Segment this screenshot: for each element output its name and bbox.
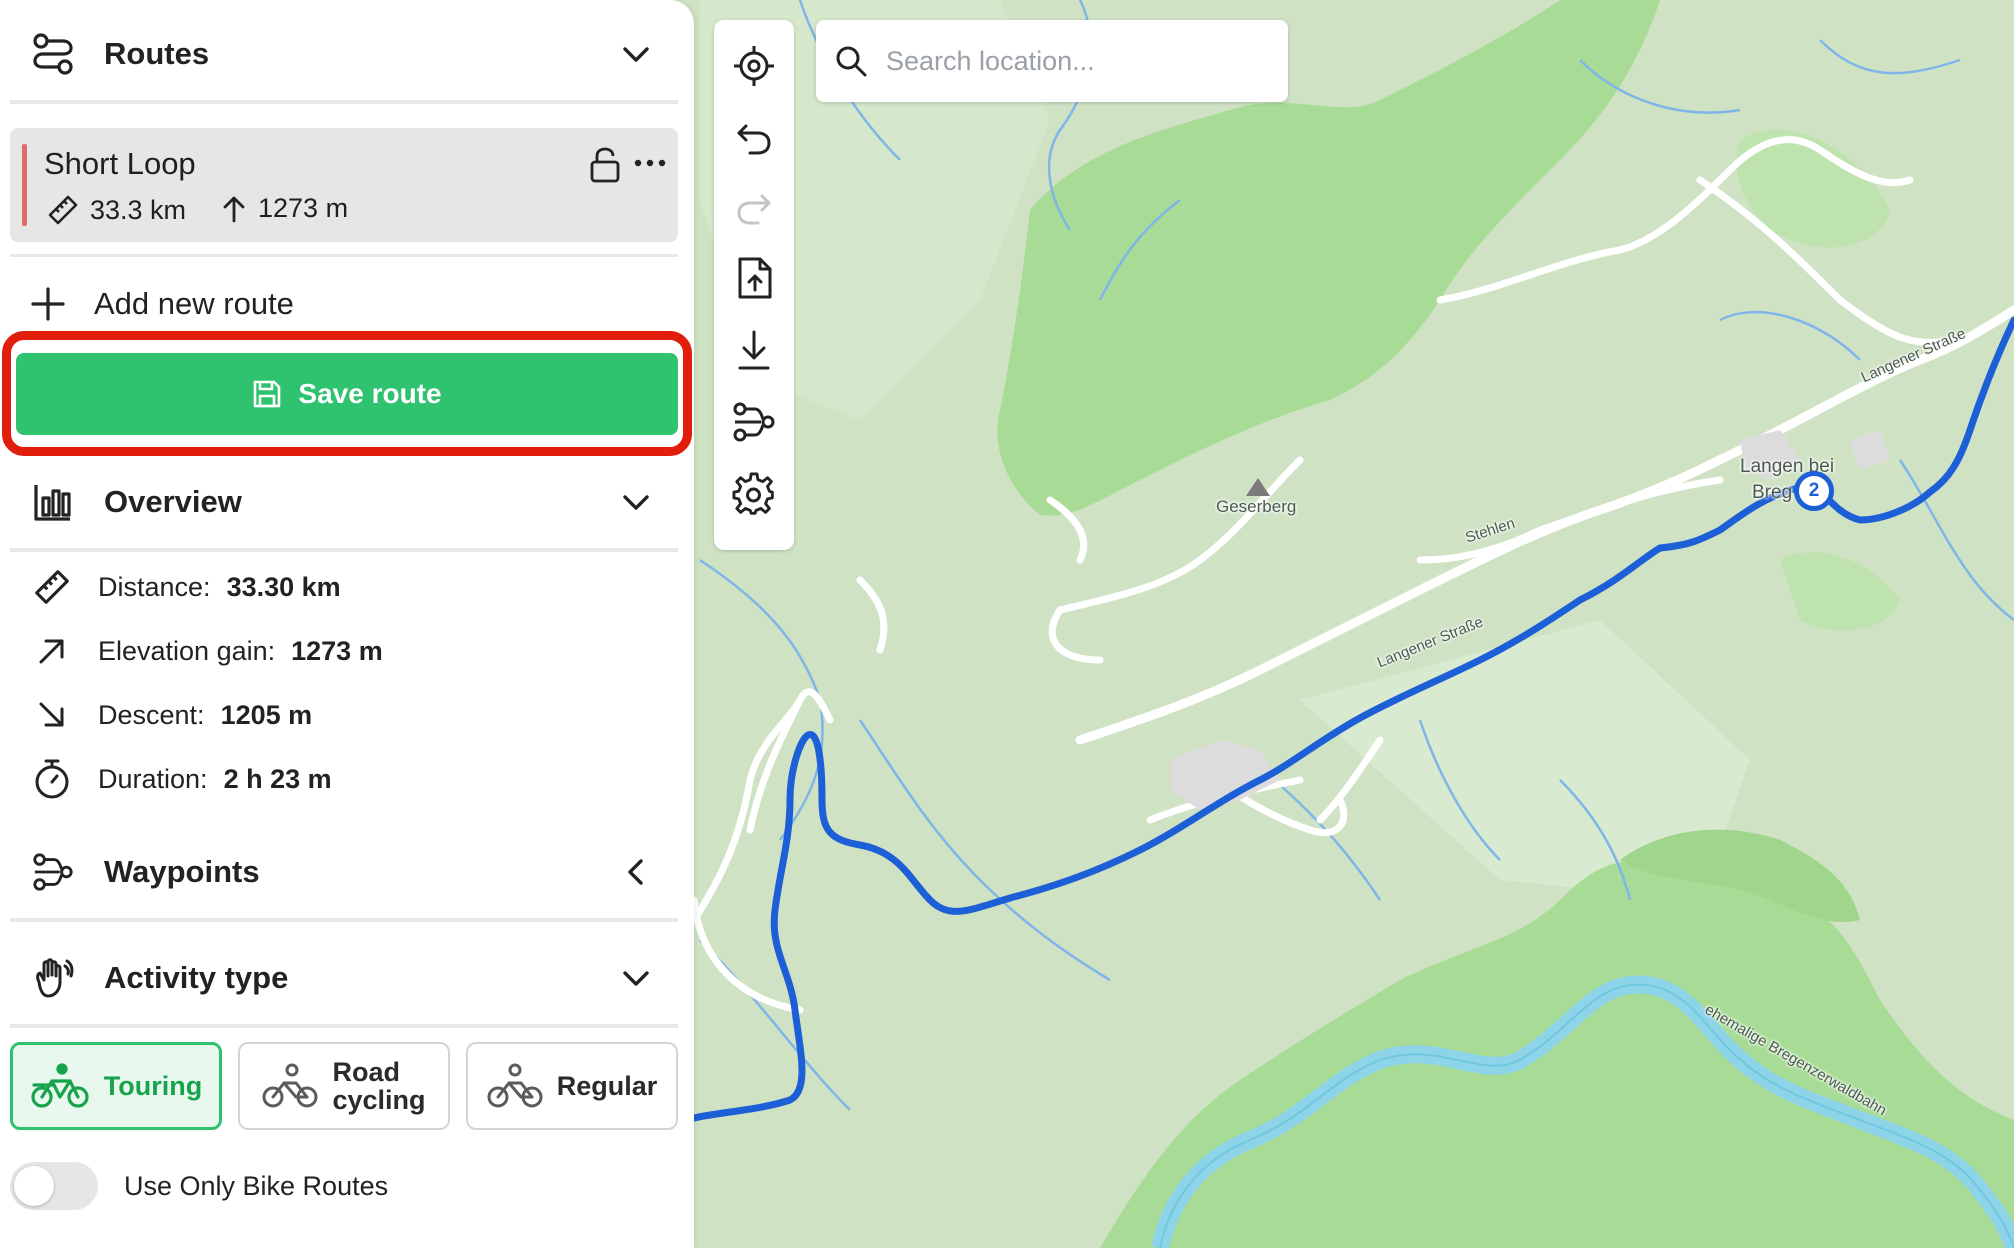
overview-elevation-row: Elevation gain: 1273 m <box>32 631 383 671</box>
bar-chart-icon <box>30 479 76 525</box>
overview-descent-label: Descent: <box>98 699 205 730</box>
touring-bike-icon <box>30 1063 90 1109</box>
waypoints-section-title: Waypoints <box>104 854 260 889</box>
peak-label: Geserberg <box>1216 497 1297 516</box>
stopwatch-icon <box>32 759 72 799</box>
undo-icon[interactable] <box>730 114 778 162</box>
overview-elevation-value: 1273 m <box>291 635 383 666</box>
side-panel: Routes Short Loop 33.3 km 1273 m Add new… <box>0 0 694 1248</box>
toggle-knob <box>14 1166 54 1206</box>
redo-icon[interactable] <box>730 184 778 232</box>
save-route-label: Save route <box>298 378 442 409</box>
peak-marker <box>1246 478 1270 496</box>
ruler-icon <box>32 567 72 607</box>
overview-section-header[interactable]: Overview <box>10 456 678 552</box>
waypoint-marker-2[interactable]: 2 <box>1794 471 1834 511</box>
add-new-route-label: Add new route <box>94 286 294 321</box>
activity-road-cycling-label: Road cycling <box>332 1058 425 1114</box>
bike-routes-toggle[interactable] <box>10 1162 98 1210</box>
chevron-left-icon[interactable] <box>616 852 656 892</box>
locate-icon[interactable] <box>730 42 778 90</box>
route-color-indicator <box>22 144 27 226</box>
activity-road-cycling-line1: Road <box>332 1057 400 1087</box>
bike-routes-toggle-label: Use Only Bike Routes <box>124 1170 389 1201</box>
overview-descent-row: Descent: 1205 m <box>32 695 312 735</box>
waypoints-section-header[interactable]: Waypoints <box>10 826 678 922</box>
activity-regular-label: Regular <box>556 1071 658 1101</box>
map-toolbar <box>714 20 794 550</box>
forest-area-south <box>1100 860 2014 1248</box>
arrow-down-right-icon <box>32 695 72 735</box>
overview-elevation-label: Elevation gain: <box>98 635 276 666</box>
overview-distance-row: Distance: 33.30 km <box>32 567 341 607</box>
activity-road-cycling-button[interactable]: Road cycling <box>238 1042 450 1130</box>
route-elevation: 1273 m <box>220 193 348 224</box>
activity-regular-button[interactable]: Regular <box>466 1042 678 1130</box>
overview-duration-row: Duration: 2 h 23 m <box>32 759 332 799</box>
activity-type-section-header[interactable]: Activity type <box>10 932 678 1028</box>
route-distance: 33.3 km <box>46 193 186 227</box>
plus-icon <box>30 286 66 322</box>
regular-bike-icon <box>487 1063 543 1109</box>
route-distance-value: 33.3 km <box>90 194 187 225</box>
ruler-icon <box>46 193 80 227</box>
routes-icon <box>30 31 76 77</box>
chevron-down-icon[interactable] <box>616 958 656 998</box>
overview-section-title: Overview <box>104 484 242 519</box>
add-new-route-button[interactable]: Add new route <box>30 286 294 322</box>
overview-descent-value: 1205 m <box>220 699 313 730</box>
routes-section-header[interactable]: Routes <box>10 8 678 104</box>
activity-road-cycling-line2: cycling <box>332 1085 426 1115</box>
overview-duration-value: 2 h 23 m <box>223 763 332 794</box>
route-name: Short Loop <box>44 146 196 181</box>
bike-routes-toggle-row: Use Only Bike Routes <box>10 1162 388 1210</box>
arrow-up-icon <box>220 194 248 224</box>
waypoints-icon[interactable] <box>730 398 778 446</box>
search-icon <box>834 44 868 78</box>
save-route-button[interactable]: Save route <box>16 353 678 435</box>
download-icon[interactable] <box>730 326 778 374</box>
overview-distance-label: Distance: <box>98 571 211 602</box>
chevron-down-icon[interactable] <box>616 482 656 522</box>
search-box <box>816 20 1288 102</box>
save-icon <box>252 379 282 409</box>
settings-icon[interactable] <box>730 470 778 518</box>
overview-distance-value: 33.30 km <box>226 571 341 602</box>
activity-touring-label: Touring <box>103 1071 203 1101</box>
hand-icon <box>30 955 76 1001</box>
unlock-icon[interactable] <box>588 146 622 184</box>
chevron-down-icon[interactable] <box>616 34 656 74</box>
activity-type-section-title: Activity type <box>104 960 289 995</box>
upload-file-icon[interactable] <box>730 254 778 302</box>
divider <box>10 254 678 257</box>
town-label-line2: Breg <box>1752 482 1793 503</box>
more-options-icon[interactable] <box>634 158 666 168</box>
route-card[interactable]: Short Loop 33.3 km 1273 m <box>10 128 678 242</box>
routes-section-title: Routes <box>104 36 210 71</box>
activity-touring-button[interactable]: Touring <box>10 1042 222 1130</box>
overview-duration-label: Duration: <box>98 763 208 794</box>
road-bike-icon <box>262 1063 318 1109</box>
search-input[interactable] <box>886 45 1266 77</box>
waypoints-icon <box>30 849 76 895</box>
arrow-up-right-icon <box>32 631 72 671</box>
route-elevation-value: 1273 m <box>258 193 349 223</box>
